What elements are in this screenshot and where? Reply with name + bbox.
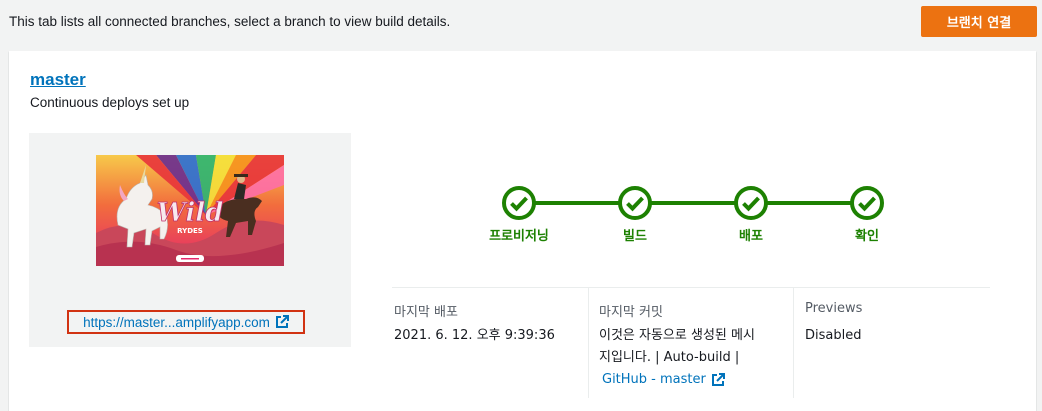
last-commit-value: 이것은 자동으로 생성된 메시 지입니다. | Auto-build | Git… [599,325,789,391]
check-circle-icon [848,184,886,222]
connect-branch-button[interactable]: 브랜치 연결 [921,6,1037,37]
last-commit-header: 마지막 커밋 [599,305,663,320]
pipeline-step-deploy[interactable]: 배포 [711,184,791,244]
pipeline-step-label: 빌드 [623,229,647,244]
svg-text:RYDES: RYDES [177,227,203,235]
branches-header: This tab lists all connected branches, s… [0,0,1042,44]
branch-name-link[interactable]: master [30,70,86,90]
github-branch-link-text: GitHub - master [602,372,706,387]
branch-url-link[interactable]: https://master...amplifyapp.com [67,310,305,334]
last-deploy-header: 마지막 배포 [394,305,458,320]
previews-value: Disabled [805,328,862,343]
wild-rydes-preview-image[interactable]: Wild RYDES [96,155,284,266]
previews-header: Previews [805,301,863,316]
branch-card[interactable]: master Continuous deploys set up Wild RY… [9,51,1036,411]
last-commit-column: 마지막 커밋 이것은 자동으로 생성된 메시 지입니다. | Auto-buil… [588,288,794,398]
pipeline-step-label: 배포 [739,229,763,244]
pipeline-step-provision[interactable]: 프로비저닝 [479,184,559,244]
branch-info-table: 마지막 배포 2021. 6. 12. 오후 9:39:36 마지막 커밋 이것… [392,287,990,398]
external-link-icon [711,373,725,387]
check-circle-icon [616,184,654,222]
external-link-icon [275,315,289,329]
github-branch-link[interactable]: GitHub - master [602,369,725,391]
pipeline-step-verify[interactable]: 확인 [827,184,907,244]
build-pipeline: 프로비저닝 빌드 배포 확인 [479,184,884,244]
last-deploy-value: 2021. 6. 12. 오후 9:39:36 [394,328,555,343]
pipeline-step-build[interactable]: 빌드 [595,184,675,244]
pipeline-step-label: 확인 [855,229,879,244]
branches-description: This tab lists all connected branches, s… [9,14,451,29]
previews-column: Previews Disabled [793,288,991,398]
pipeline-connector-line [519,201,867,205]
commit-message-line: 지입니다. | Auto-build | [599,350,740,365]
commit-message-line: 이것은 자동으로 생성된 메시 [599,328,755,343]
pipeline-step-label: 프로비저닝 [489,229,549,244]
check-circle-icon [732,184,770,222]
branch-url-text: https://master...amplifyapp.com [83,314,270,330]
check-circle-icon [500,184,538,222]
branch-status-text: Continuous deploys set up [30,95,190,110]
svg-text:Wild: Wild [157,198,224,228]
branch-preview-panel: Wild RYDES https://master...amplifyapp.c… [29,133,351,347]
last-deploy-column: 마지막 배포 2021. 6. 12. 오후 9:39:36 [392,288,588,398]
